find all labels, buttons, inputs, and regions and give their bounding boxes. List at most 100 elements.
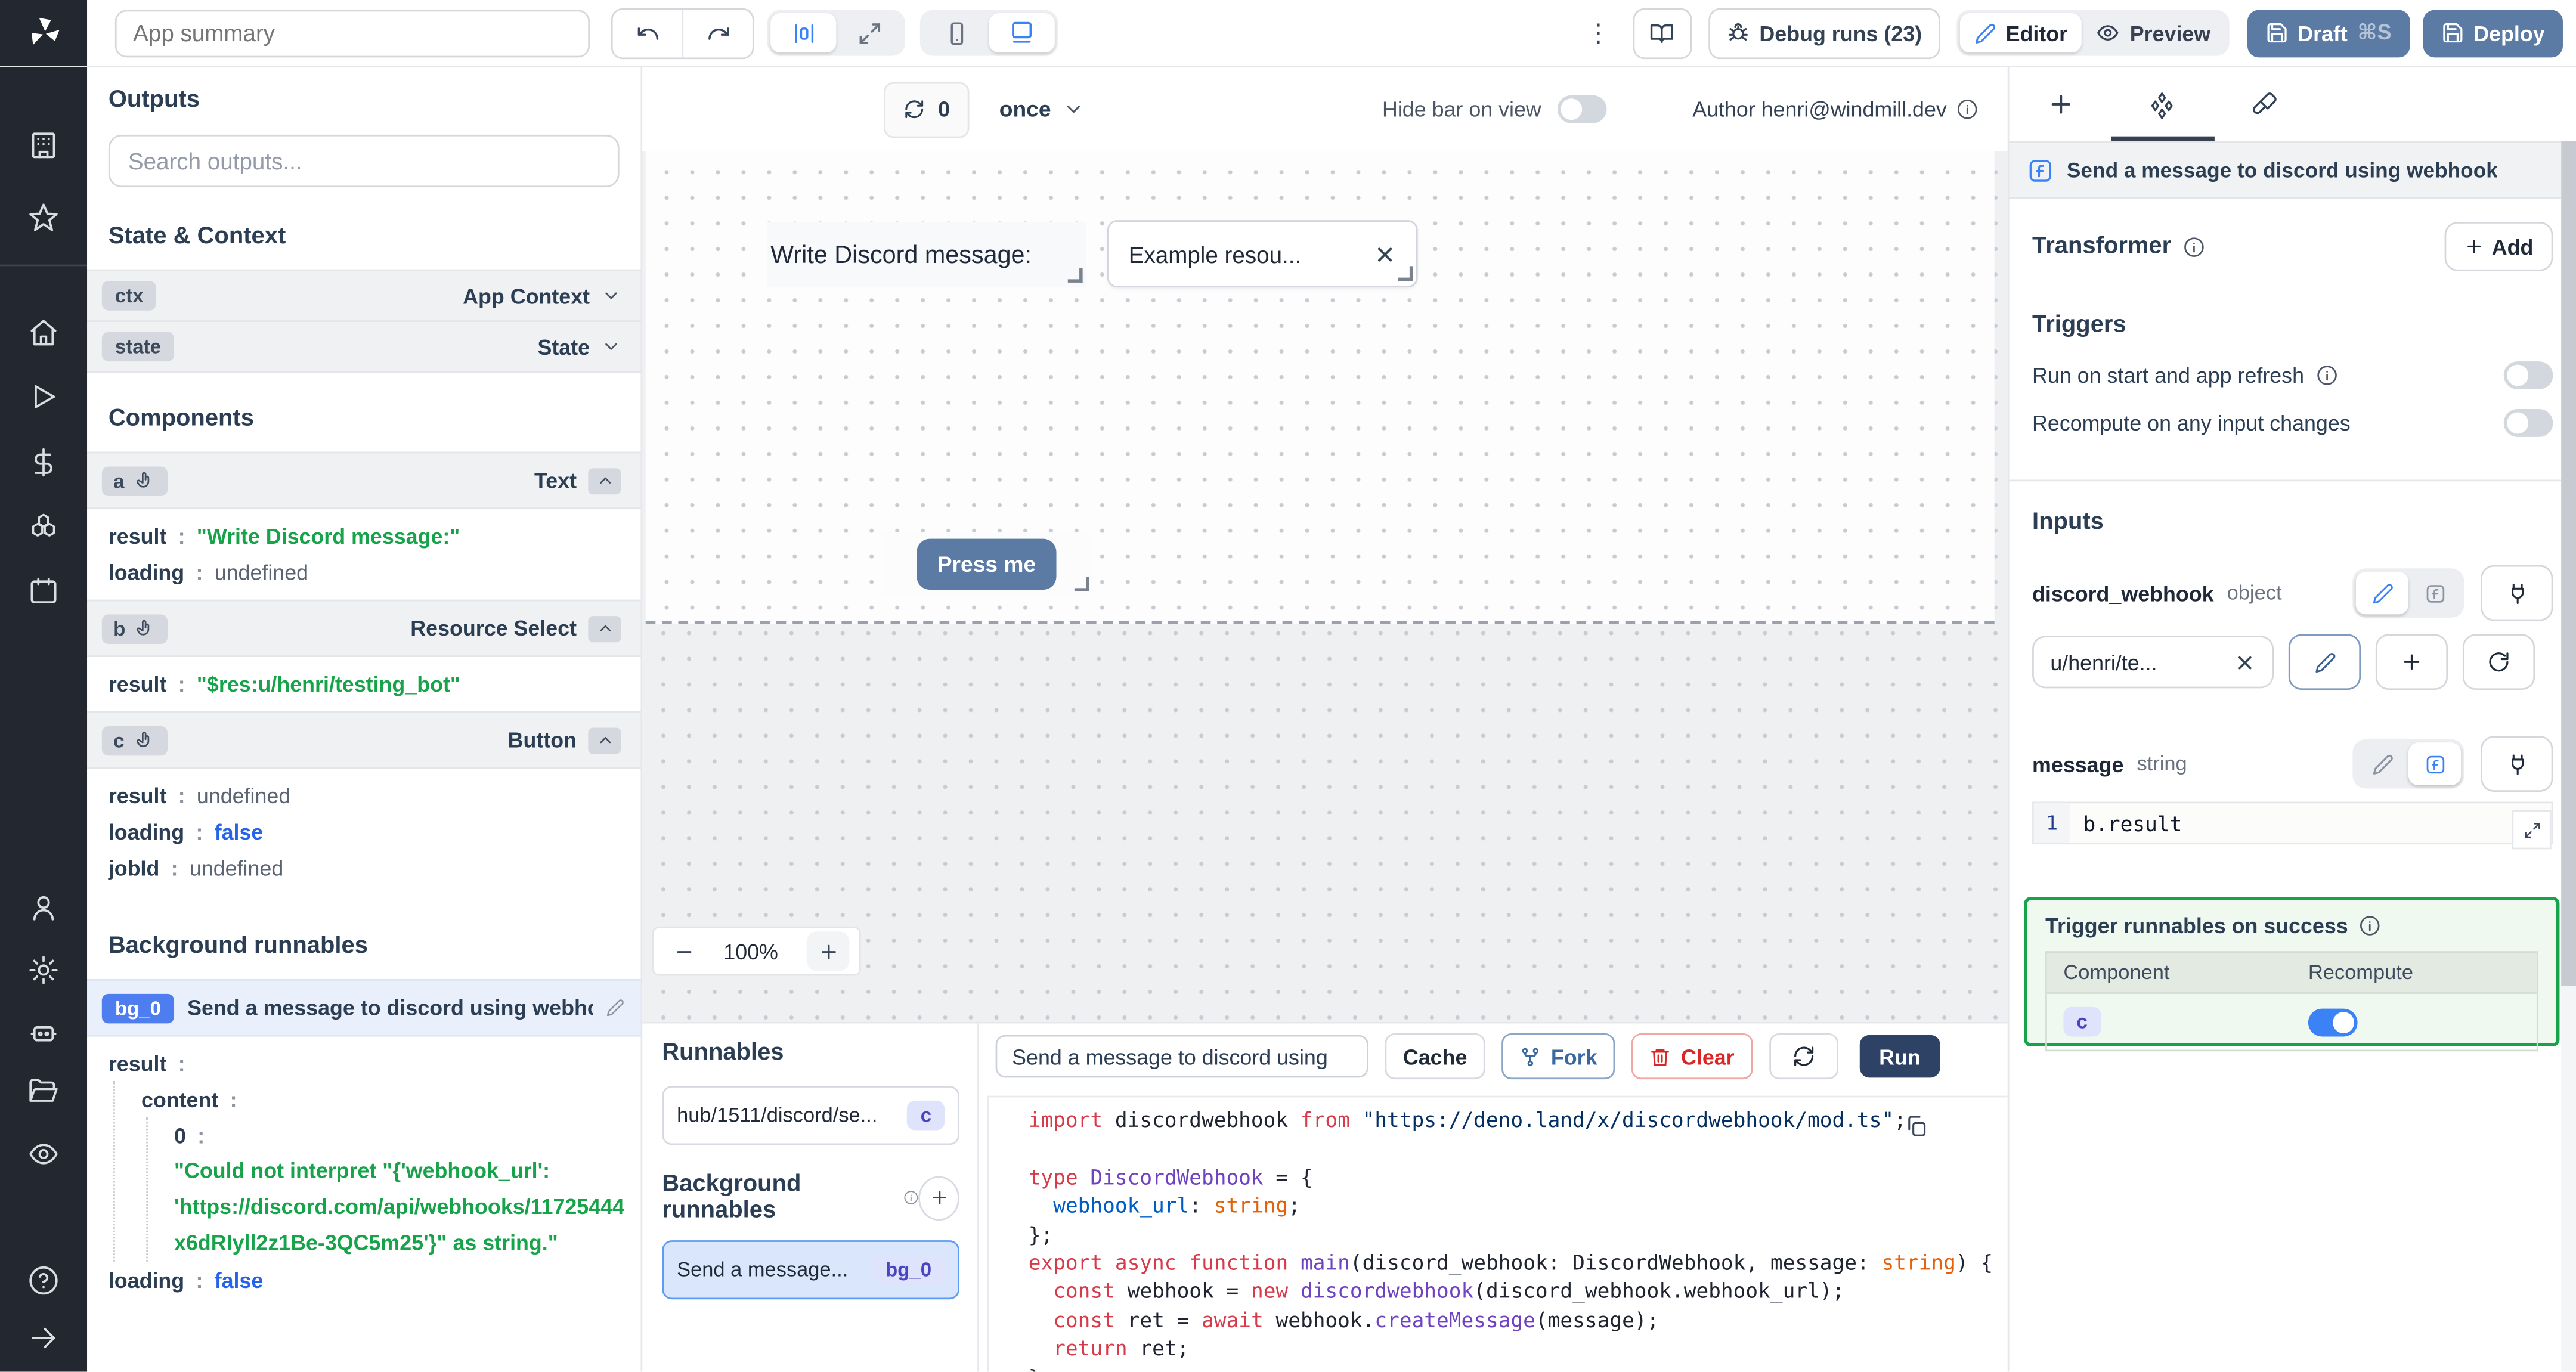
- collapse-b-button[interactable]: [588, 615, 621, 642]
- more-options-button[interactable]: ⋮: [1582, 18, 1615, 48]
- tab-editor[interactable]: Editor: [1959, 13, 2082, 53]
- message-expression[interactable]: b.result: [2070, 803, 2551, 843]
- component-c-row[interactable]: c Button: [87, 711, 641, 769]
- runs-play-icon[interactable]: [28, 381, 59, 412]
- collapse-a-button[interactable]: [588, 467, 621, 494]
- expression-mode-button[interactable]: [2408, 572, 2461, 615]
- edit-icon[interactable]: [606, 999, 624, 1017]
- redo-button[interactable]: [682, 9, 753, 57]
- docs-button[interactable]: [1633, 7, 1692, 58]
- info-icon[interactable]: [2315, 365, 2337, 386]
- info-icon[interactable]: [2182, 236, 2204, 257]
- variables-dollar-icon[interactable]: [28, 447, 59, 478]
- press-me-button[interactable]: Press me: [917, 538, 1057, 590]
- clear-x-icon[interactable]: [2234, 651, 2256, 673]
- resources-cubes-icon[interactable]: [28, 511, 59, 542]
- draft-button[interactable]: Draft ⌘S: [2246, 9, 2410, 57]
- copy-icon[interactable]: [1904, 1114, 1928, 1138]
- text-component[interactable]: Write Discord message:: [767, 221, 1086, 288]
- state-row[interactable]: state State: [87, 320, 641, 373]
- code-block[interactable]: import discordwebhook from "https://deno…: [1029, 1105, 2008, 1372]
- resize-handle[interactable]: [1067, 268, 1083, 283]
- full-width-layout-button[interactable]: [836, 13, 902, 52]
- hide-bar-toggle[interactable]: [1558, 95, 1607, 123]
- reload-script-button[interactable]: [1769, 1033, 1838, 1080]
- tab-preview[interactable]: Preview: [2082, 13, 2225, 52]
- resource-select-component[interactable]: Example resou...: [1107, 220, 1418, 288]
- resource-picker[interactable]: u/henri/te...: [2032, 636, 2274, 689]
- audit-eye-icon[interactable]: [28, 1138, 59, 1169]
- add-resource-button[interactable]: [2375, 634, 2448, 690]
- workspace-icon[interactable]: [28, 130, 59, 161]
- info-icon[interactable]: [1956, 98, 1978, 120]
- windmill-logo[interactable]: [0, 0, 88, 66]
- component-a-row[interactable]: a Text: [87, 451, 641, 510]
- static-mode-button[interactable]: [2355, 571, 2408, 615]
- mobile-view-button[interactable]: [923, 13, 989, 52]
- component-b-badge[interactable]: b: [101, 614, 168, 643]
- debug-runs-button[interactable]: Debug runs (23): [1708, 7, 1940, 58]
- tab-add-component[interactable]: [2009, 91, 2111, 119]
- add-background-runnable-button[interactable]: [919, 1175, 959, 1220]
- run-on-start-toggle[interactable]: [2503, 361, 2553, 389]
- bg0-row[interactable]: bg_0 Send a message to discord using web…: [87, 979, 641, 1037]
- resize-handle[interactable]: [1074, 577, 1089, 591]
- runnable-path: hub/1511/discord/se...: [677, 1104, 878, 1127]
- zoom-in-button[interactable]: [806, 931, 850, 971]
- connect-input-button[interactable]: [2481, 736, 2553, 792]
- add-transformer-button[interactable]: Add: [2444, 221, 2553, 271]
- info-icon[interactable]: [904, 1190, 919, 1206]
- chevron-down-icon[interactable]: [601, 286, 621, 305]
- recompute-toggle[interactable]: [2503, 409, 2553, 437]
- folders-icon[interactable]: [28, 1076, 59, 1107]
- collapse-sidebar-arrow-icon[interactable]: [28, 1323, 59, 1354]
- code-editor[interactable]: import discordwebhook from "https://deno…: [987, 1095, 2008, 1372]
- schedules-calendar-icon[interactable]: [28, 575, 59, 606]
- component-a-badge[interactable]: a: [101, 466, 168, 495]
- app-summary-input[interactable]: [114, 9, 590, 57]
- refresh-count-button[interactable]: 0: [884, 81, 970, 138]
- message-expression-editor[interactable]: 1 b.result: [2032, 801, 2553, 850]
- bg-runnable-item-selected[interactable]: Send a message... bg_0: [662, 1240, 959, 1300]
- button-component[interactable]: Press me: [882, 532, 1093, 597]
- info-icon[interactable]: [2360, 915, 2381, 937]
- favorites-star-icon[interactable]: [28, 202, 59, 233]
- runnable-item[interactable]: hub/1511/discord/se... c: [662, 1086, 959, 1145]
- clear-button[interactable]: Clear: [1631, 1033, 1753, 1080]
- chevron-down-icon[interactable]: [601, 337, 621, 357]
- run-mode-select[interactable]: once: [999, 97, 1084, 122]
- run-button[interactable]: Run: [1859, 1035, 1940, 1078]
- clear-x-icon[interactable]: [1373, 242, 1397, 265]
- connect-input-button[interactable]: [2481, 565, 2553, 621]
- zoom-out-icon[interactable]: [674, 940, 695, 962]
- settings-gear-icon[interactable]: [28, 955, 59, 986]
- home-icon[interactable]: [28, 317, 59, 348]
- tab-styling[interactable]: [2213, 91, 2315, 119]
- search-outputs-input[interactable]: [108, 134, 620, 188]
- app-canvas[interactable]: Write Discord message: Example resou... …: [642, 151, 2008, 1022]
- fork-button[interactable]: Fork: [1501, 1033, 1615, 1080]
- workers-robot-icon[interactable]: [28, 1017, 59, 1048]
- expand-editor-button[interactable]: [2512, 810, 2552, 850]
- users-icon[interactable]: [28, 892, 59, 923]
- center-layout-button[interactable]: [770, 13, 837, 53]
- expression-mode-button[interactable]: [2408, 742, 2462, 785]
- desktop-view-button[interactable]: [989, 13, 1055, 53]
- cache-button[interactable]: Cache: [1385, 1033, 1485, 1080]
- right-panel-scrollbar-thumb[interactable]: [2561, 141, 2576, 986]
- script-name-input[interactable]: [995, 1035, 1368, 1078]
- undo-button[interactable]: [612, 9, 682, 57]
- help-icon[interactable]: [28, 1265, 59, 1296]
- edit-resource-button[interactable]: [2288, 634, 2361, 690]
- refresh-resource-button[interactable]: [2462, 634, 2535, 690]
- success-recompute-toggle[interactable]: [2308, 1008, 2358, 1036]
- collapse-c-button[interactable]: [588, 727, 621, 754]
- ctx-row[interactable]: ctx App Context: [87, 269, 641, 322]
- tab-component-settings[interactable]: [2111, 89, 2213, 119]
- deploy-button[interactable]: Deploy: [2422, 9, 2563, 57]
- static-mode-button[interactable]: [2356, 742, 2408, 785]
- bg-runnable-name: Send a message...: [677, 1258, 849, 1281]
- component-c-badge[interactable]: c: [101, 725, 168, 755]
- resize-handle[interactable]: [1398, 266, 1413, 281]
- component-b-row[interactable]: b Resource Select: [87, 599, 641, 658]
